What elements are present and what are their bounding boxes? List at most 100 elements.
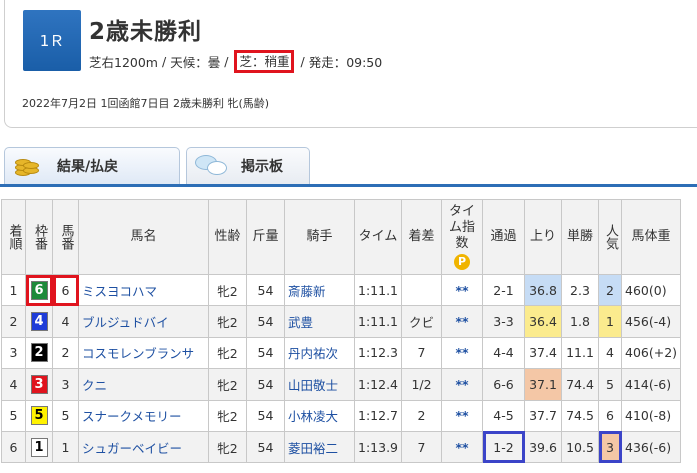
popularity-cell: 5 (598, 368, 622, 401)
odds-cell: 11.1 (561, 336, 599, 370)
jockey-link[interactable]: 武豊 (284, 305, 355, 338)
time-cell: 1:12.7 (354, 399, 402, 432)
odds-cell: 74.5 (561, 399, 599, 432)
margin-cell: 1/2 (401, 368, 442, 401)
frame-cell: 1 (25, 430, 53, 464)
time-cell: 1:11.1 (354, 305, 402, 338)
odds-cell: 10.5 (561, 430, 599, 464)
header-rank: 着順 (1, 199, 26, 275)
track-condition: 芝：稍重 (234, 50, 295, 73)
weight-cell: 54 (246, 368, 285, 401)
frame-cell: 4 (25, 305, 53, 338)
passing-cell: 4-4 (482, 336, 525, 370)
body-weight-cell: 410(-8) (620, 399, 682, 432)
passing-cell: 6-6 (482, 368, 525, 401)
race-title: 2歳未勝利 (89, 19, 203, 45)
num-cell: 1 (52, 430, 79, 464)
popularity-cell: 2 (598, 273, 622, 307)
weather-info: 天候：曇 (170, 55, 221, 70)
horse-name-link[interactable]: コスモレンブランサ (78, 336, 209, 370)
rank-cell: 6 (1, 430, 26, 464)
popularity-cell: 3 (598, 430, 622, 464)
premium-p-icon: P (454, 254, 470, 270)
sex-age-cell: 牝2 (208, 430, 247, 464)
tab-board-label: 掲示板 (241, 159, 283, 175)
time-index-cell[interactable]: ** (441, 273, 483, 307)
separator: / (224, 54, 229, 69)
rank-cell: 4 (1, 368, 26, 401)
header-index: タイム指数 P (441, 199, 483, 275)
time-index-cell[interactable]: ** (441, 399, 483, 432)
passing-cell: 4-5 (482, 399, 525, 432)
num-cell: 5 (52, 399, 79, 432)
header-odds: 単勝 (561, 199, 599, 275)
last-3f-cell: 36.8 (524, 273, 562, 307)
race-meta: 2022年7月2日 1回函館7日目 2歳未勝利 牝(馬齢) (22, 97, 270, 110)
time-index-cell[interactable]: ** (441, 305, 483, 338)
weight-cell: 54 (246, 399, 285, 432)
header-jockey: 騎手 (284, 199, 355, 275)
sex-age-cell: 牝2 (208, 273, 247, 307)
horse-name-link[interactable]: スナークメモリー (78, 399, 209, 432)
jockey-link[interactable]: 山田敬士 (284, 368, 355, 401)
num-cell: 2 (52, 336, 79, 370)
body-weight-cell: 414(-6) (620, 368, 682, 401)
jockey-link[interactable]: 小林凌大 (284, 399, 355, 432)
horse-name-link[interactable]: クニ (78, 368, 209, 401)
horse-name-link[interactable]: ブルジュドバイ (78, 305, 209, 338)
tab-board[interactable]: 掲示板 (186, 147, 310, 184)
frame-cell: 5 (25, 399, 53, 432)
sex-age-cell: 牝2 (208, 368, 247, 401)
start-time: 発走：09:50 (308, 55, 383, 70)
time-index-cell[interactable]: ** (441, 336, 483, 370)
results-table: 着順 枠番 馬番 馬名 性齢 斤量 騎手 タイム 着差 タイム指数 P 通過 上… (1, 199, 682, 464)
tab-results[interactable]: 結果/払戻 (4, 147, 180, 184)
table-row: 6 1 1 シュガーベイビー 牝2 54 菱田裕二 1:13.9 7 ** 1-2 39.6 10.5 3… (1, 430, 682, 464)
jockey-link[interactable]: 丹内祐次 (284, 336, 355, 370)
popularity-cell: 6 (598, 399, 622, 432)
header-time: タイム (354, 199, 402, 275)
horse-name-link[interactable]: シュガーベイビー (78, 430, 209, 464)
last-3f-cell: 37.1 (524, 368, 562, 401)
coins-icon (13, 153, 41, 179)
header-body: 馬体重 (620, 199, 682, 275)
race-header: 1Ｒ 2歳未勝利 芝右1200m / 天候：曇 / 芝：稍重 / 発走：09:5… (4, 0, 697, 128)
frame-cell: 6 (25, 273, 53, 307)
margin-cell: 7 (401, 336, 442, 370)
num-cell: 6 (52, 273, 79, 307)
header-sex: 性齢 (208, 199, 247, 275)
jockey-link[interactable]: 斎藤新 (284, 273, 355, 307)
passing-cell: 3-3 (482, 305, 525, 338)
header-index-label: タイム指数 (448, 204, 475, 251)
header-margin: 着差 (401, 199, 442, 275)
body-weight-cell: 460(0) (620, 273, 682, 307)
popularity-cell: 1 (598, 305, 622, 338)
header-passing: 通過 (482, 199, 525, 275)
header-weight: 斤量 (246, 199, 285, 275)
odds-cell: 2.3 (561, 273, 599, 307)
table-row: 3 2 2 コスモレンブランサ 牝2 54 丹内祐次 1:12.3 7 ** 4-4 37.4 11.1… (1, 336, 682, 370)
margin-cell: クビ (401, 305, 442, 338)
time-index-cell[interactable]: ** (441, 368, 483, 401)
last-3f-cell: 36.4 (524, 305, 562, 338)
race-number-badge: 1Ｒ (23, 10, 81, 71)
margin-cell (401, 273, 442, 307)
body-weight-cell: 406(+2) (620, 336, 682, 370)
last-3f-cell: 39.6 (524, 430, 562, 464)
time-index-cell[interactable]: ** (441, 430, 483, 464)
time-cell: 1:12.4 (354, 368, 402, 401)
table-row: 2 4 4 ブルジュドバイ 牝2 54 武豊 1:11.1 クビ ** 3-3 36.4 1.8 1 456… (1, 305, 682, 338)
margin-cell: 7 (401, 430, 442, 464)
table-row: 1 6 6 ミスヨコハマ 牝2 54 斎藤新 1:11.1 ** 2-1 36.8 2.3 2 460(0… (1, 273, 682, 307)
body-weight-cell: 456(-4) (620, 305, 682, 338)
horse-name-link[interactable]: ミスヨコハマ (78, 273, 209, 307)
frame-badge: 3 (30, 374, 48, 394)
rank-cell: 3 (1, 336, 26, 370)
table-header-row: 着順 枠番 馬番 馬名 性齢 斤量 騎手 タイム 着差 タイム指数 P 通過 上… (1, 199, 682, 275)
sex-age-cell: 牝2 (208, 305, 247, 338)
jockey-link[interactable]: 菱田裕二 (284, 430, 355, 464)
time-cell: 1:12.3 (354, 336, 402, 370)
separator: / (162, 54, 167, 69)
odds-cell: 74.4 (561, 368, 599, 401)
body-weight-cell: 436(-6) (620, 430, 682, 464)
